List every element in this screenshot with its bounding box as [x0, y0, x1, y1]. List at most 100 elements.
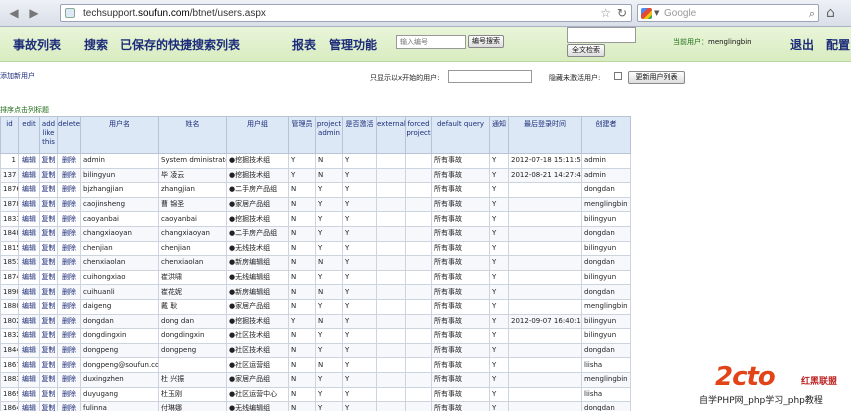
- hide-inactive-checkbox[interactable]: [614, 72, 622, 80]
- menu-search[interactable]: 搜索: [84, 36, 108, 53]
- delete-link[interactable]: 删除: [57, 167, 81, 184]
- column-header[interactable]: delete: [57, 116, 81, 154]
- chevron-down-icon[interactable]: ▼: [654, 9, 659, 17]
- delete-link[interactable]: 删除: [57, 313, 81, 330]
- fulltext-input[interactable]: [567, 27, 636, 43]
- copy-link[interactable]: 复制: [39, 357, 58, 373]
- delete-link[interactable]: 删除: [57, 401, 81, 411]
- edit-link[interactable]: 编辑: [18, 328, 40, 344]
- address-bar[interactable]: techsupport.soufun.com/btnet/users.aspx …: [60, 4, 632, 22]
- copy-link[interactable]: 复制: [39, 298, 58, 315]
- column-header[interactable]: 管理员: [288, 116, 316, 154]
- edit-link[interactable]: 编辑: [18, 357, 40, 373]
- column-header[interactable]: 通知: [489, 116, 509, 154]
- cell-group: ●无线编辑组: [226, 401, 289, 411]
- copy-link[interactable]: 复制: [39, 153, 58, 169]
- delete-link[interactable]: 删除: [57, 240, 81, 257]
- column-header[interactable]: 最后登录时间: [508, 116, 582, 154]
- column-header[interactable]: external: [376, 116, 406, 154]
- edit-link[interactable]: 编辑: [18, 386, 40, 403]
- copy-link[interactable]: 复制: [39, 386, 58, 403]
- google-icon[interactable]: [641, 8, 652, 19]
- refresh-users-button[interactable]: 更新用户列表: [628, 71, 685, 84]
- cell-name: zhangjian: [158, 182, 227, 198]
- copy-link[interactable]: 复制: [39, 167, 58, 184]
- column-header[interactable]: add like this: [39, 116, 58, 154]
- copy-link[interactable]: 复制: [39, 328, 58, 344]
- copy-link[interactable]: 复制: [39, 182, 58, 198]
- copy-link[interactable]: 复制: [39, 269, 58, 286]
- edit-link[interactable]: 编辑: [18, 196, 40, 213]
- add-user-link[interactable]: 添加新用户: [0, 71, 35, 81]
- copy-link[interactable]: 复制: [39, 401, 58, 411]
- edit-link[interactable]: 编辑: [18, 269, 40, 286]
- delete-link[interactable]: 删除: [57, 386, 81, 403]
- delete-link[interactable]: 删除: [57, 153, 81, 169]
- edit-link[interactable]: 编辑: [18, 240, 40, 257]
- edit-link[interactable]: 编辑: [18, 298, 40, 315]
- column-header[interactable]: edit: [18, 116, 40, 154]
- cell-admin: Y: [288, 167, 316, 184]
- user-filter-input[interactable]: [448, 70, 532, 83]
- edit-link[interactable]: 编辑: [18, 313, 40, 330]
- forward-icon[interactable]: ▶: [26, 5, 42, 21]
- home-icon[interactable]: ⌂: [826, 5, 835, 21]
- menu-admin[interactable]: 管理功能: [329, 36, 377, 53]
- bug-id-search-button[interactable]: 编号搜索: [468, 35, 504, 48]
- bookmark-star-icon[interactable]: ☆: [600, 6, 611, 20]
- column-header[interactable]: 姓名: [158, 116, 227, 154]
- edit-link[interactable]: 编辑: [18, 225, 40, 242]
- copy-link[interactable]: 复制: [39, 371, 58, 388]
- back-icon[interactable]: ◀: [6, 5, 22, 21]
- refresh-icon[interactable]: ↻: [617, 6, 627, 20]
- copy-link[interactable]: 复制: [39, 225, 58, 242]
- copy-link[interactable]: 复制: [39, 284, 58, 300]
- delete-link[interactable]: 删除: [57, 211, 81, 227]
- delete-link[interactable]: 删除: [57, 269, 81, 286]
- column-header[interactable]: id: [0, 116, 19, 154]
- copy-link[interactable]: 复制: [39, 255, 58, 271]
- delete-link[interactable]: 删除: [57, 196, 81, 213]
- delete-link[interactable]: 删除: [57, 225, 81, 242]
- copy-link[interactable]: 复制: [39, 196, 58, 213]
- column-header[interactable]: 用户名: [80, 116, 159, 154]
- delete-link[interactable]: 删除: [57, 182, 81, 198]
- menu-saved-queries[interactable]: 已保存的快捷搜索列表: [120, 36, 240, 53]
- cell-username: chenxiaolan: [80, 255, 159, 271]
- delete-link[interactable]: 删除: [57, 328, 81, 344]
- edit-link[interactable]: 编辑: [18, 284, 40, 300]
- edit-link[interactable]: 编辑: [18, 182, 40, 198]
- search-icon[interactable]: ⌕: [809, 7, 815, 21]
- edit-link[interactable]: 编辑: [18, 371, 40, 388]
- edit-link[interactable]: 编辑: [18, 211, 40, 227]
- column-header[interactable]: forced project: [405, 116, 432, 154]
- fulltext-search-button[interactable]: 全文检索: [567, 44, 605, 57]
- column-header[interactable]: 用户组: [226, 116, 289, 154]
- settings-link[interactable]: 配置: [826, 36, 850, 53]
- column-header[interactable]: 创建者: [581, 116, 631, 154]
- column-header[interactable]: 是否激活: [342, 116, 377, 154]
- copy-link[interactable]: 复制: [39, 240, 58, 257]
- edit-link[interactable]: 编辑: [18, 153, 40, 169]
- logout-link[interactable]: 退出: [790, 36, 814, 53]
- copy-link[interactable]: 复制: [39, 313, 58, 330]
- copy-link[interactable]: 复制: [39, 342, 58, 359]
- delete-link[interactable]: 删除: [57, 371, 81, 388]
- delete-link[interactable]: 删除: [57, 342, 81, 359]
- delete-link[interactable]: 删除: [57, 255, 81, 271]
- delete-link[interactable]: 删除: [57, 298, 81, 315]
- menu-bugs[interactable]: 事故列表: [13, 36, 61, 53]
- column-header[interactable]: project admin: [315, 116, 343, 154]
- column-header[interactable]: default query: [431, 116, 490, 154]
- browser-search-box[interactable]: ▼ Google ⌕: [637, 4, 819, 22]
- edit-link[interactable]: 编辑: [18, 342, 40, 359]
- edit-link[interactable]: 编辑: [18, 167, 40, 184]
- edit-link[interactable]: 编辑: [18, 255, 40, 271]
- bug-id-input[interactable]: [396, 35, 466, 49]
- menu-reports[interactable]: 报表: [292, 36, 316, 53]
- delete-link[interactable]: 删除: [57, 357, 81, 373]
- copy-link[interactable]: 复制: [39, 211, 58, 227]
- delete-link[interactable]: 删除: [57, 284, 81, 300]
- edit-link[interactable]: 编辑: [18, 401, 40, 411]
- cell-external: [376, 284, 406, 300]
